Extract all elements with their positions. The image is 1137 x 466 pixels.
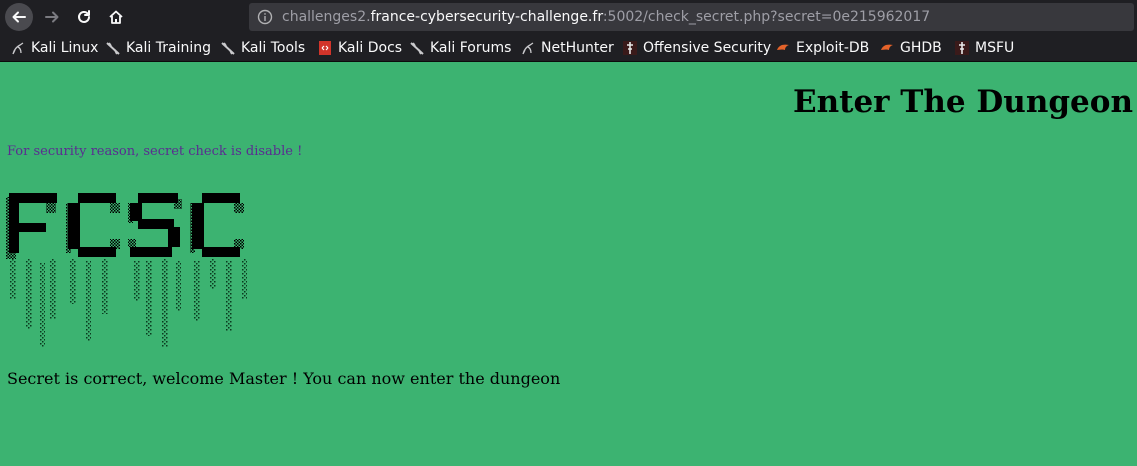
- reload-button[interactable]: [70, 3, 98, 31]
- arrow-right-icon: [45, 11, 59, 23]
- address-bar[interactable]: challenges2.france-cybersecurity-challen…: [249, 3, 1134, 31]
- url-path: :5002/check_secret.php?secret=0e21596201…: [602, 9, 931, 25]
- exploit-db-icon: [775, 40, 791, 56]
- bookmark-kali-training[interactable]: Kali Training: [105, 34, 211, 61]
- bookmark-exploit-db[interactable]: Exploit-DB: [775, 34, 869, 61]
- page-title: Enter The Dungeon: [792, 84, 1133, 120]
- forward-button[interactable]: [38, 3, 66, 31]
- back-button[interactable]: [5, 3, 33, 31]
- home-button[interactable]: [102, 3, 130, 31]
- kali-dragon-icon: [10, 40, 26, 56]
- site-info-icon[interactable]: [257, 9, 273, 29]
- bookmark-kali-tools[interactable]: Kali Tools: [220, 34, 305, 61]
- kali-dragon-icon: [409, 40, 425, 56]
- url-text[interactable]: challenges2.france-cybersecurity-challen…: [282, 3, 930, 31]
- url-domain: france-cybersecurity-challenge.fr: [370, 9, 603, 25]
- bookmark-kali-linux[interactable]: Kali Linux: [10, 34, 98, 61]
- kali-dragon-icon: [105, 40, 121, 56]
- bookmark-ghdb[interactable]: GHDB: [879, 34, 942, 61]
- security-notice: For security reason, secret check is dis…: [7, 144, 303, 159]
- offsec-icon: [622, 40, 638, 56]
- offsec-icon: [954, 40, 970, 56]
- browser-toolbar: challenges2.france-cybersecurity-challen…: [0, 0, 1137, 34]
- fcsc-dripping-logo: [6, 189, 251, 354]
- arrow-left-icon: [12, 11, 26, 23]
- bookmarks-bar: Kali Linux Kali Training Kali Tools Kali…: [0, 34, 1137, 62]
- reload-icon: [78, 10, 90, 23]
- url-prefix: challenges2.: [282, 9, 371, 25]
- bookmark-msfu[interactable]: MSFU: [954, 34, 1014, 61]
- success-message: Secret is correct, welcome Master ! You …: [7, 369, 561, 388]
- kali-dragon-icon: [220, 40, 236, 56]
- kali-docs-icon: [317, 40, 333, 56]
- exploit-db-icon: [879, 40, 895, 56]
- bookmark-nethunter[interactable]: NetHunter: [520, 34, 614, 61]
- bookmark-offensive-security[interactable]: Offensive Security: [622, 34, 771, 61]
- bookmark-kali-forums[interactable]: Kali Forums: [409, 34, 511, 61]
- kali-dragon-icon: [520, 40, 536, 56]
- bookmark-kali-docs[interactable]: Kali Docs: [317, 34, 402, 61]
- home-icon: [109, 10, 123, 24]
